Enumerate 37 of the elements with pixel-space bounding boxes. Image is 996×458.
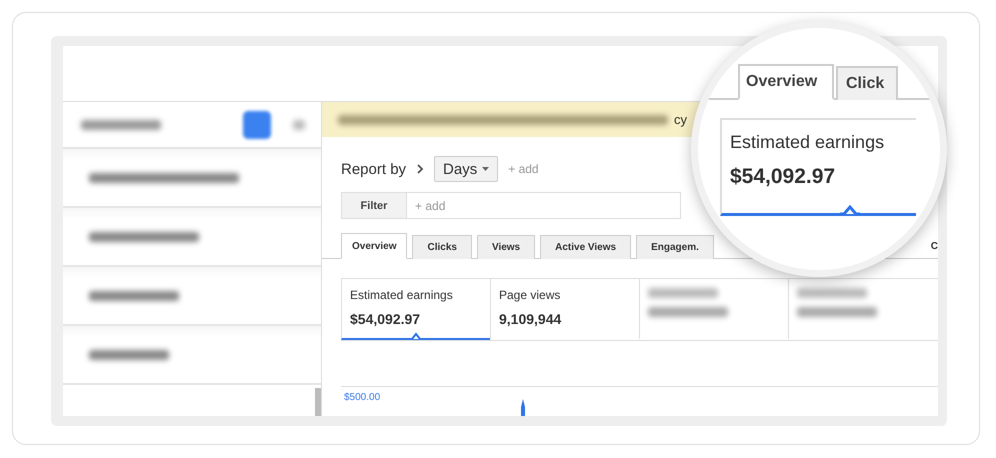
chevron-right-icon	[416, 164, 424, 174]
report-tab[interactable]: Overview	[341, 233, 408, 259]
report-tab[interactable]: Active Views	[540, 235, 632, 259]
pointer-notch-icon	[840, 204, 860, 216]
metric-value: $54,092.97	[350, 311, 422, 327]
blurred-text	[648, 288, 718, 298]
filter-button[interactable]: Filter	[341, 192, 407, 219]
sidebar-item[interactable]	[63, 208, 321, 267]
blurred-button[interactable]	[243, 110, 271, 138]
report-tab[interactable]: Engagem.	[636, 235, 714, 259]
metric-label: Page views	[499, 288, 562, 302]
metric-card[interactable]: Estimated earnings $54,092.97	[720, 118, 916, 216]
metric-label: Estimated earnings	[730, 132, 886, 153]
sidebar-item[interactable]	[63, 267, 321, 326]
sidebar-item[interactable]	[63, 149, 321, 208]
metric-value: $54,092.97	[730, 165, 836, 189]
axis-label: $500.00	[344, 392, 380, 403]
metric-value: 9,109,944	[499, 311, 562, 327]
blurred-text	[293, 120, 305, 130]
filter-field[interactable]: + add	[407, 192, 681, 219]
report-by-label: Report by	[341, 160, 406, 178]
metric-card[interactable]: Estimated earnings $54,092.97	[341, 279, 490, 340]
report-tab[interactable]: C	[930, 241, 938, 252]
report-tab[interactable]: Click	[836, 66, 898, 100]
chart-spike-drawing	[521, 399, 525, 416]
blurred-text	[797, 288, 867, 298]
report-tab[interactable]: Overview	[738, 64, 834, 100]
caret-icon	[482, 167, 490, 171]
days-dropdown[interactable]: Days	[434, 156, 498, 182]
metric-card[interactable]: Page views 9,109,944	[490, 279, 639, 340]
pointer-notch-icon	[410, 332, 422, 340]
banner-text: cy	[674, 112, 687, 127]
sidebar-item[interactable]	[63, 326, 321, 385]
report-tab[interactable]: Clicks	[412, 235, 472, 259]
metric-label: Estimated earnings	[350, 288, 454, 302]
report-tab[interactable]: Views	[476, 235, 536, 259]
scrollbar-thumb[interactable]	[315, 388, 321, 416]
